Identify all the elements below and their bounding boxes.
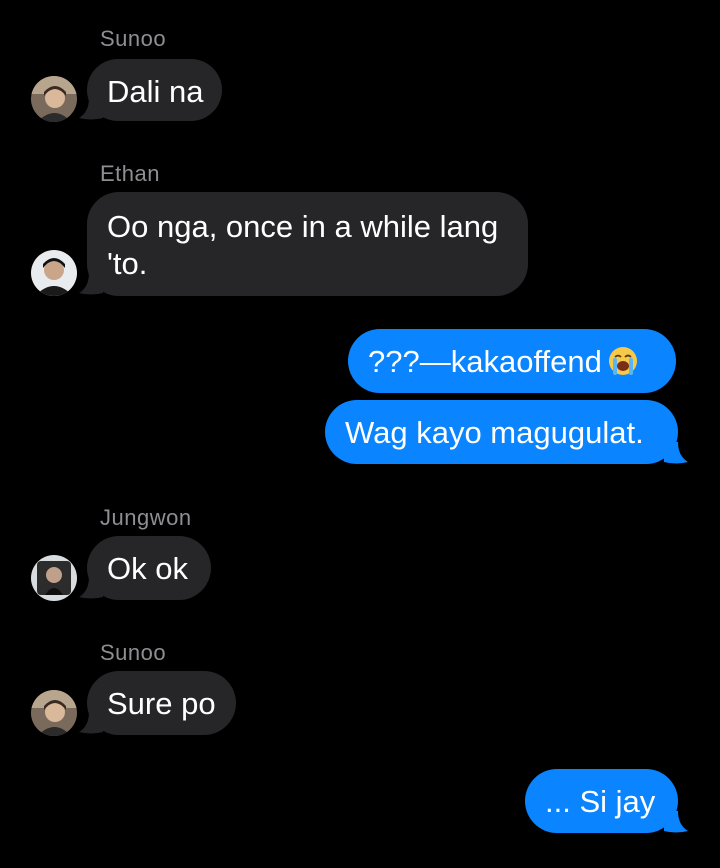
ethan-avatar[interactable] — [31, 250, 77, 296]
bubble-tail-icon — [79, 577, 103, 599]
bubble-tail-icon — [79, 712, 103, 734]
message-text: Wag kayo magugulat. — [345, 415, 644, 450]
loudly-crying-face-icon — [608, 347, 637, 375]
avatar-photo-icon — [31, 555, 77, 601]
avatar-photo-icon — [31, 250, 77, 296]
message-bubble-outgoing[interactable]: Wag kayo magugulat. — [325, 400, 678, 464]
message-bubble-outgoing[interactable]: ???—kakaoffend — [348, 329, 676, 393]
message-bubble-incoming[interactable]: Ok ok — [87, 536, 211, 600]
message-text: Oo nga, once in a while lang 'to. — [107, 209, 499, 281]
jungwon-avatar[interactable] — [31, 555, 77, 601]
message-bubble-incoming[interactable]: Sure po — [87, 671, 236, 735]
sender-name-sunoo: Sunoo — [100, 26, 167, 51]
message-bubble-incoming[interactable]: Dali na — [87, 59, 222, 121]
sender-name-jungwon: Jungwon — [100, 505, 192, 530]
bubble-tail-icon — [664, 442, 688, 464]
message-text: Ok ok — [107, 551, 188, 586]
sunoo-avatar[interactable] — [31, 690, 77, 736]
message-text: ... Si jay — [545, 784, 656, 819]
sender-name-sunoo: Sunoo — [100, 640, 167, 665]
avatar-photo-icon — [31, 76, 77, 122]
bubble-tail-icon — [79, 273, 103, 295]
message-text: Sure po — [107, 686, 216, 721]
bubble-tail-icon — [664, 811, 688, 833]
sunoo-avatar[interactable] — [31, 76, 77, 122]
message-bubble-incoming[interactable]: Oo nga, once in a while lang 'to. — [87, 192, 528, 296]
message-bubble-outgoing[interactable]: ... Si jay — [525, 769, 678, 833]
bubble-tail-icon — [79, 98, 103, 120]
avatar-photo-icon — [31, 690, 77, 736]
sender-name-ethan: Ethan — [100, 161, 160, 186]
message-text: ???—kakaoffend — [368, 344, 602, 379]
message-text: Dali na — [107, 74, 204, 109]
